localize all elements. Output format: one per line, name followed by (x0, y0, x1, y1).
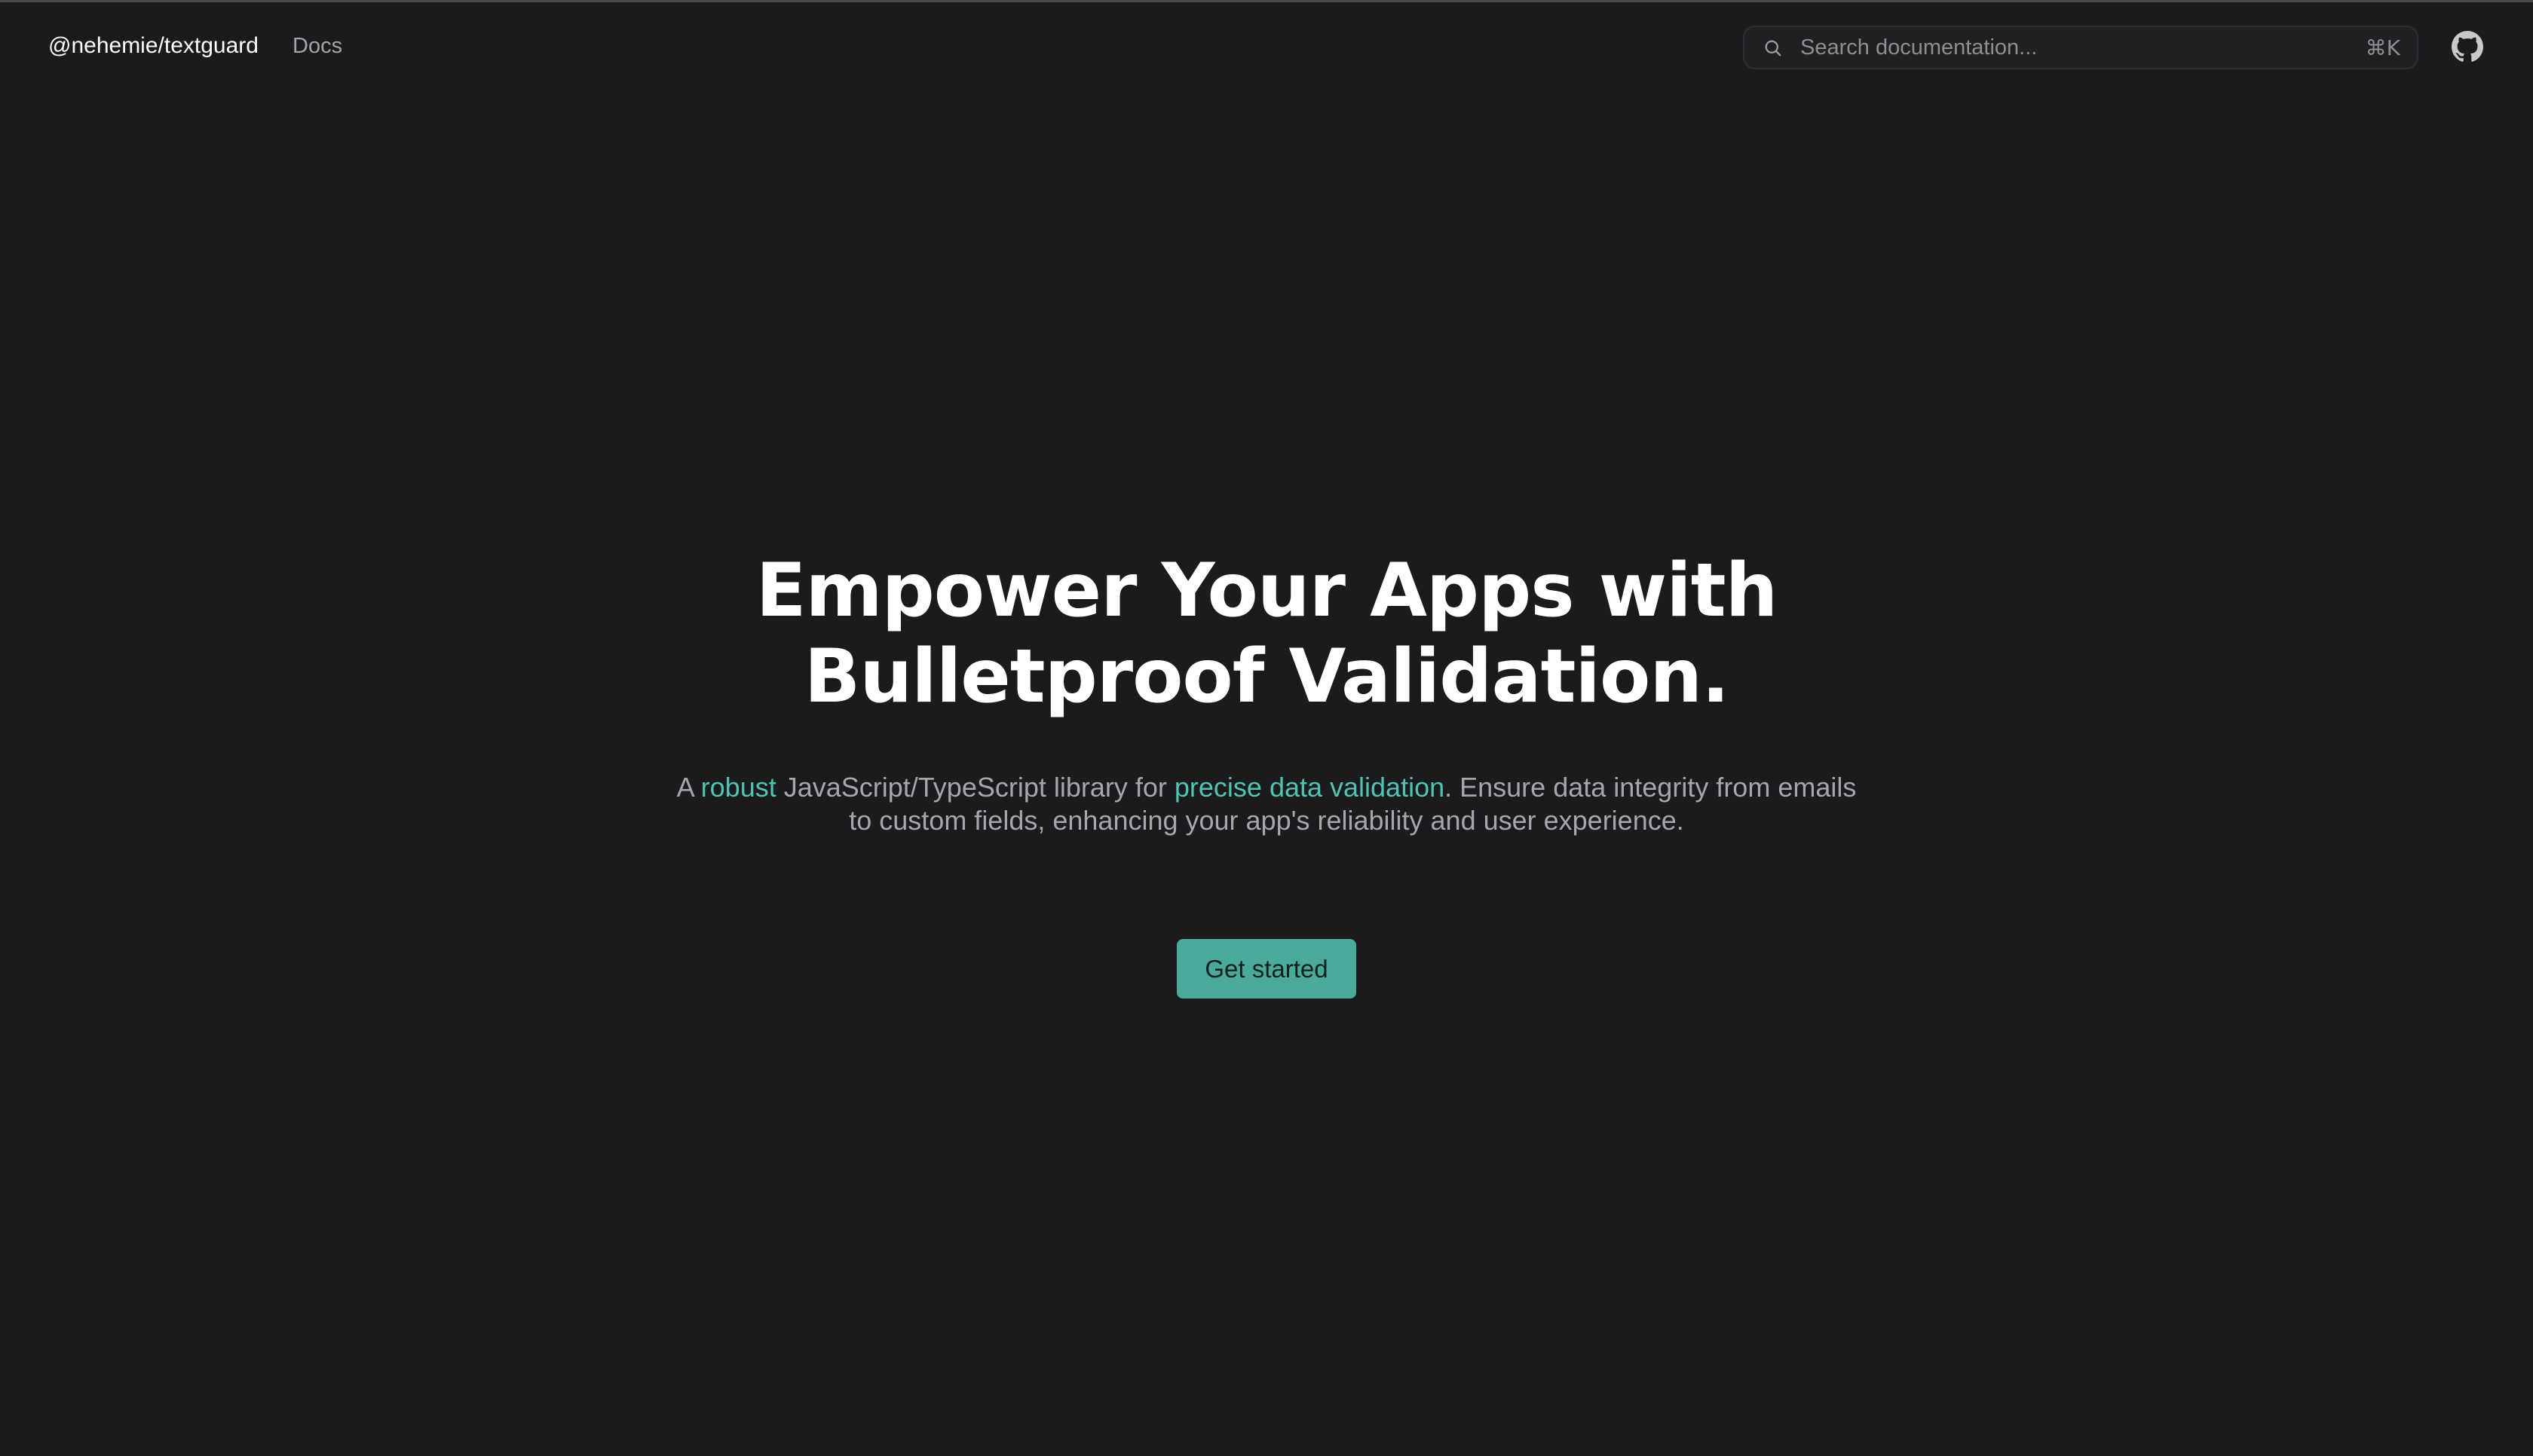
brand-link[interactable]: @nehemie/textguard (48, 31, 259, 61)
search-input[interactable] (1800, 33, 2313, 62)
subtitle-text-1: A (676, 772, 701, 803)
hero-title-line-1: Empower Your Apps with (755, 548, 1778, 634)
get-started-button[interactable]: Get started (1177, 939, 1356, 999)
github-icon[interactable] (2452, 31, 2483, 63)
subtitle-accent-precise: precise data validation (1174, 772, 1445, 803)
subtitle-text-2: JavaScript/TypeScript library for (776, 772, 1175, 803)
page: @nehemie/textguard Docs ⌘K Empower Your … (0, 0, 2533, 1456)
hero-title: Empower Your Apps with Bulletproof Valid… (0, 548, 2533, 720)
search-icon (1765, 40, 1781, 57)
subtitle-accent-robust: robust (700, 772, 776, 803)
hero-subtitle: A robust JavaScript/TypeScript library f… (663, 771, 1870, 837)
navbar: @nehemie/textguard Docs ⌘K (0, 2, 2533, 91)
nav-link-docs[interactable]: Docs (293, 31, 342, 61)
search-box[interactable]: ⌘K (1743, 26, 2418, 69)
search-shortcut-hint: ⌘K (2365, 35, 2400, 60)
hero-title-line-2: Bulletproof Validation. (804, 634, 1730, 720)
